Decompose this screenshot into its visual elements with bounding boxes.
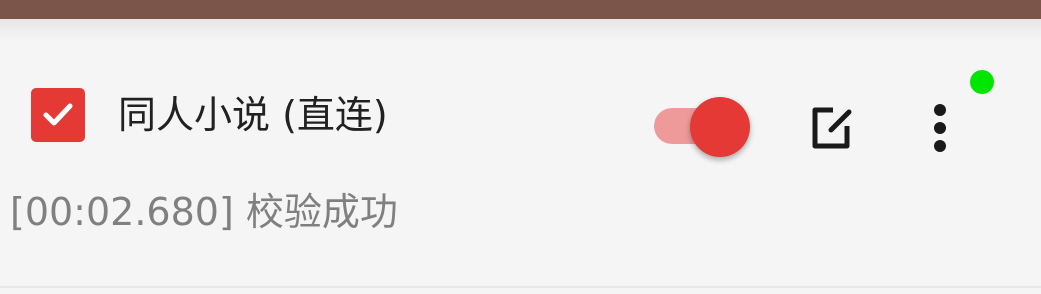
top-app-bar [0,0,1041,19]
edit-button[interactable] [801,98,861,158]
more-vert-icon [934,104,946,152]
switch-thumb [690,97,750,157]
checkbox-checked-icon [43,103,73,126]
app-bar-shadow [0,19,1041,41]
status-dot-icon [970,70,994,94]
more-options-button[interactable] [910,98,970,158]
enable-switch[interactable] [654,97,750,157]
enable-checkbox[interactable] [31,88,85,142]
source-list-item[interactable]: 同人小说 (直连) [00:02.680] 校验成功 [0,41,1041,286]
source-name: 同人小说 (直连) [118,93,388,137]
check-log-text: [00:02.680] 校验成功 [10,190,398,234]
edit-icon [812,107,852,149]
next-list-item-edge [0,288,1041,294]
